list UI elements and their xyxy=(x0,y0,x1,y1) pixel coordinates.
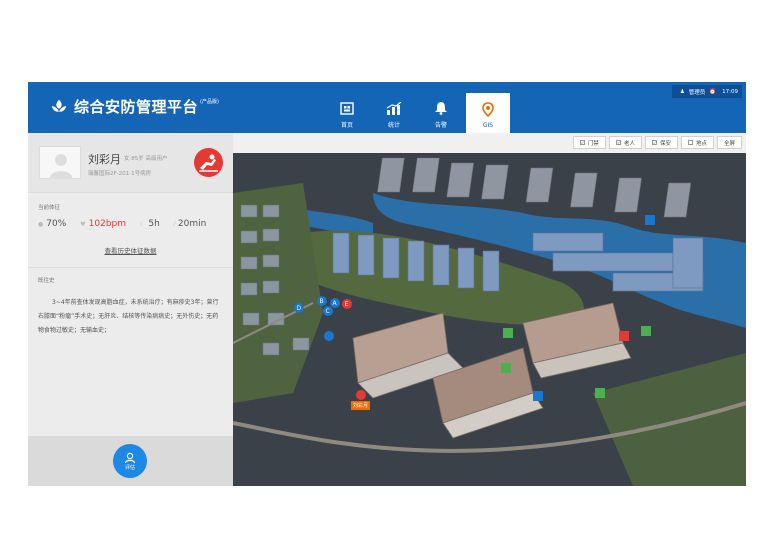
vital-sleep-value: 5h xyxy=(148,219,160,229)
moon-icon: ☾ xyxy=(140,220,146,228)
filter-access-label: 门禁 xyxy=(587,140,599,147)
history-vitals-link[interactable]: 查看历史体征数据 xyxy=(28,245,233,255)
svg-text:B: B xyxy=(320,298,324,305)
history-label: 既往史 xyxy=(38,278,55,284)
svg-text:D: D xyxy=(297,305,302,312)
clock-time: 17:09 xyxy=(722,88,738,95)
checkbox-icon: ✓ xyxy=(615,140,621,145)
user-name[interactable]: 管理员 xyxy=(689,88,706,96)
vitals-row: ● 70% ♥ 102bpm ☾ 5h ⁄ 20min xyxy=(28,219,233,229)
logo-icon xyxy=(51,99,67,112)
main-nav: 首页 统计 告警 GIS xyxy=(325,93,513,133)
checkbox-icon: ✓ xyxy=(651,140,657,145)
checkbox-icon xyxy=(687,140,693,145)
vitals-label: 当前体征 xyxy=(38,205,61,211)
gis-map-panel: ✓ 门禁 ✓ 老人 ✓ 保安 地点 全屏 C B A D E 刘彩月 xyxy=(233,133,746,486)
resident-address: 瑞馨国际2F-201-1号病房 xyxy=(88,171,152,177)
vital-oxygen: ● 70% xyxy=(38,219,66,229)
top-header: 综合安防管理平台 (产品版) 首页 统计 告警 GIS ♟ 管理员 ⏰ 17:0… xyxy=(28,82,746,133)
tab-home-label: 首页 xyxy=(340,122,353,129)
walk-icon: ⁄ xyxy=(173,220,175,228)
filter-elderly[interactable]: ✓ 老人 xyxy=(608,136,642,149)
app-window: 综合安防管理平台 (产品版) 首页 统计 告警 GIS ♟ 管理员 ⏰ 17:0… xyxy=(28,82,746,486)
fall-alert-icon[interactable] xyxy=(194,148,223,177)
checkbox-icon: ✓ xyxy=(579,140,585,145)
evaluate-label: 评估 xyxy=(124,464,135,471)
person-location-label[interactable]: 刘彩月 xyxy=(351,401,371,410)
filter-group: ✓ 门禁 ✓ 老人 ✓ 保安 地点 全屏 xyxy=(570,136,742,149)
campus-3d-map[interactable]: C B A D E xyxy=(233,153,746,486)
vital-oxygen-value: 70% xyxy=(46,219,67,229)
medical-history-text: 3~4年前查体发现高脂血症，未系统治疗；有麻疹史3年；曾行右膝面“粉瘤”手术史；… xyxy=(38,299,219,334)
map-filter-bar: ✓ 门禁 ✓ 老人 ✓ 保安 地点 全屏 xyxy=(233,133,746,153)
alarm-clock-icon[interactable]: ⏰ xyxy=(709,89,716,95)
user-icon: ♟ xyxy=(679,88,685,95)
profile-card: 刘彩月 女 85岁 高级用户 瑞馨国际2F-201-1号病房 xyxy=(28,133,233,193)
resident-meta: 女 85岁 高级用户 xyxy=(124,156,168,162)
vital-heart-rate-value: 102bpm xyxy=(88,219,127,229)
tab-stats-label: 统计 xyxy=(387,122,400,129)
app-logo: 综合安防管理平台 (产品版) xyxy=(50,96,219,117)
vital-sleep: ☾ 5h xyxy=(140,219,160,229)
filter-elderly-label: 老人 xyxy=(623,140,635,147)
person-placeholder-icon xyxy=(50,154,72,178)
fullscreen-button[interactable]: 全屏 xyxy=(716,136,742,149)
tab-stats[interactable]: 统计 xyxy=(372,93,416,133)
evaluate-button[interactable]: 评估 xyxy=(113,444,147,478)
app-title: 综合安防管理平台 xyxy=(74,98,199,116)
tab-alarm[interactable]: 告警 xyxy=(419,93,463,133)
app-title-sup: (产品版) xyxy=(200,99,219,105)
evaluate-bar: 评估 xyxy=(28,436,233,486)
resident-name: 刘彩月 xyxy=(88,153,121,166)
svg-text:C: C xyxy=(326,308,330,315)
filter-security[interactable]: ✓ 保安 xyxy=(644,136,678,149)
user-edit-icon xyxy=(124,452,136,463)
bell-icon xyxy=(435,102,447,115)
tab-gis[interactable]: GIS xyxy=(466,93,510,133)
vital-activity-value: 20min xyxy=(177,219,207,229)
status-bar: ♟ 管理员 ⏰ 17:09 xyxy=(671,85,742,98)
tab-home[interactable]: 首页 xyxy=(325,93,369,133)
tab-gis-label: GIS xyxy=(482,122,494,129)
filter-location[interactable]: 地点 xyxy=(680,136,714,149)
vital-activity: ⁄ 20min xyxy=(174,219,206,229)
tab-alarm-label: 告警 xyxy=(434,122,447,129)
avatar xyxy=(39,146,81,179)
home-icon xyxy=(340,102,354,115)
filter-location-label: 地点 xyxy=(695,140,707,147)
location-pin-icon xyxy=(482,102,494,117)
filter-access[interactable]: ✓ 门禁 xyxy=(572,136,606,149)
chart-icon xyxy=(386,102,402,115)
divider xyxy=(28,267,233,268)
svg-text:E: E xyxy=(345,301,349,308)
vital-heart-rate: ♥ 102bpm xyxy=(80,219,126,229)
heart-icon: ♥ xyxy=(80,220,86,228)
droplet-icon: ● xyxy=(38,220,44,228)
left-panel: 刘彩月 女 85岁 高级用户 瑞馨国际2F-201-1号病房 当前体征 ● 70%… xyxy=(28,133,233,486)
filter-security-label: 保安 xyxy=(659,140,671,147)
